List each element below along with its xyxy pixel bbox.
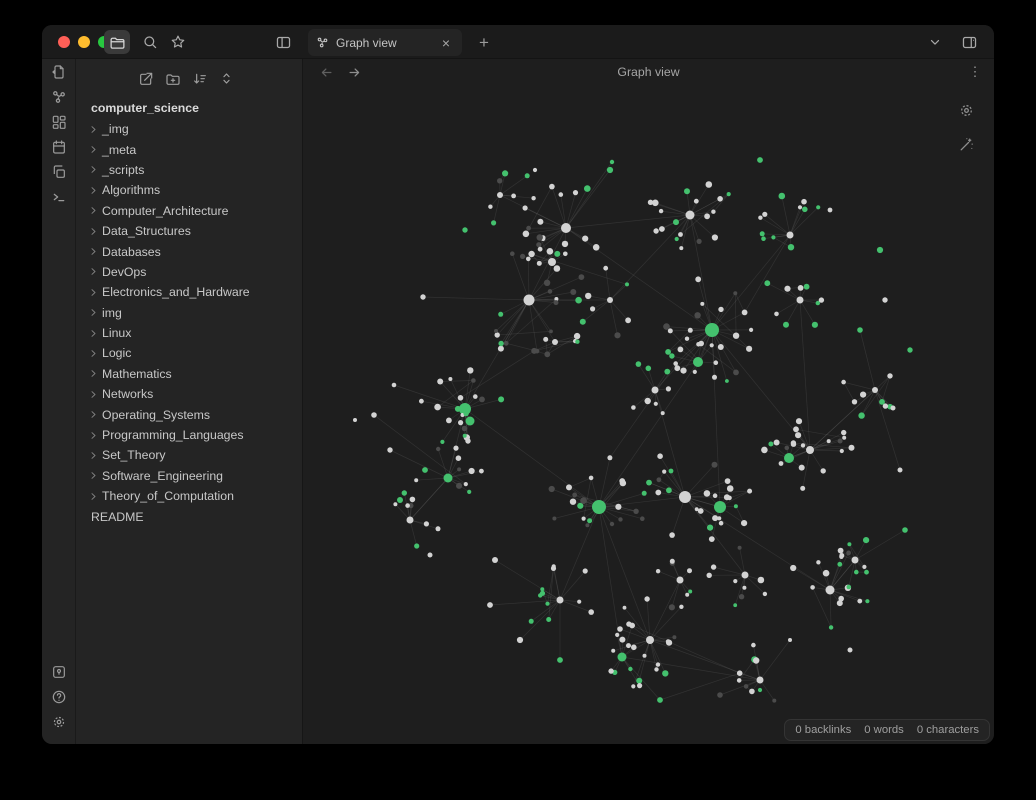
new-tab-button[interactable]: +: [472, 30, 496, 54]
templates-icon[interactable]: [46, 160, 72, 184]
minimize-window-button[interactable]: [78, 36, 90, 48]
file-list: _img_meta_scriptsAlgorithmsComputer_Arch…: [76, 119, 302, 744]
chevron-right-icon: [89, 329, 102, 338]
explorer-folder-item[interactable]: Set_Theory: [76, 445, 302, 465]
vault-icon[interactable]: [46, 660, 72, 684]
folder-icon[interactable]: [104, 30, 130, 54]
star-icon[interactable]: [165, 30, 191, 54]
explorer-file-item[interactable]: README: [76, 506, 302, 526]
chevron-right-icon: [89, 410, 102, 419]
sort-icon[interactable]: [188, 67, 211, 90]
explorer-folder-item[interactable]: Theory_of_Computation: [76, 486, 302, 506]
view-title: Graph view: [303, 59, 994, 84]
explorer-folder-item[interactable]: Electronics_and_Hardware: [76, 282, 302, 302]
forward-arrow-icon[interactable]: [343, 62, 365, 82]
graph-settings-gear-icon[interactable]: [953, 97, 979, 123]
explorer-folder-item[interactable]: Operating_Systems: [76, 404, 302, 424]
chevron-right-icon: [89, 145, 102, 154]
graph-canvas[interactable]: [303, 84, 994, 744]
terminal-icon[interactable]: [46, 185, 72, 209]
status-words: 0 words: [864, 724, 904, 736]
daily-note-icon[interactable]: [46, 135, 72, 159]
status-bar: 0 backlinks 0 words 0 characters: [784, 719, 990, 741]
explorer-folder-item[interactable]: Logic: [76, 343, 302, 363]
explorer-folder-item[interactable]: Data_Structures: [76, 221, 302, 241]
file-explorer: computer_science _img_meta_scriptsAlgori…: [76, 59, 303, 744]
explorer-folder-item[interactable]: Algorithms: [76, 180, 302, 200]
close-window-button[interactable]: [58, 36, 70, 48]
graph-icon: [316, 36, 329, 49]
back-arrow-icon[interactable]: [315, 62, 337, 82]
search-icon[interactable]: [137, 30, 163, 54]
chevron-right-icon: [89, 390, 102, 399]
chevron-right-icon: [89, 186, 102, 195]
canvas-icon[interactable]: [46, 110, 72, 134]
sidebar-left-icon[interactable]: [270, 30, 296, 54]
chevron-right-icon: [89, 288, 102, 297]
explorer-folder-item[interactable]: DevOps: [76, 262, 302, 282]
help-icon[interactable]: [46, 685, 72, 709]
chevron-right-icon: [89, 369, 102, 378]
more-options-icon[interactable]: ⋮: [964, 62, 986, 82]
explorer-folder-item[interactable]: img: [76, 303, 302, 323]
status-backlinks[interactable]: 0 backlinks: [795, 724, 851, 736]
magic-wand-icon[interactable]: [953, 131, 979, 157]
explorer-folder-item[interactable]: Mathematics: [76, 364, 302, 384]
tab-label: Graph view: [336, 36, 438, 50]
view-header: Graph view ⋮: [303, 59, 994, 84]
ribbon: [42, 59, 76, 744]
explorer-folder-item[interactable]: _scripts: [76, 160, 302, 180]
explorer-folder-item[interactable]: _img: [76, 119, 302, 139]
explorer-folder-item[interactable]: Computer_Architecture: [76, 201, 302, 221]
sidebar-right-icon[interactable]: [956, 30, 982, 54]
chevron-right-icon: [89, 471, 102, 480]
explorer-folder-item[interactable]: _meta: [76, 139, 302, 159]
quick-switcher-icon[interactable]: [46, 60, 72, 84]
status-characters: 0 characters: [917, 724, 979, 736]
chevron-right-icon: [89, 492, 102, 501]
titlebar: Graph view × +: [42, 25, 994, 59]
explorer-folder-item[interactable]: Linux: [76, 323, 302, 343]
expand-collapse-icon[interactable]: [215, 67, 238, 90]
chevron-right-icon: [89, 125, 102, 134]
new-folder-icon[interactable]: [161, 67, 184, 90]
chevron-right-icon: [89, 165, 102, 174]
explorer-folder-item[interactable]: Software_Engineering: [76, 466, 302, 486]
chevron-right-icon: [89, 247, 102, 256]
settings-icon[interactable]: [46, 710, 72, 734]
explorer-folder-item[interactable]: Networks: [76, 384, 302, 404]
explorer-header: [76, 67, 302, 93]
tab-graph-view[interactable]: Graph view ×: [308, 29, 462, 56]
chevron-right-icon: [89, 349, 102, 358]
chevron-down-icon[interactable]: [922, 30, 948, 54]
new-note-icon[interactable]: [134, 67, 157, 90]
vault-name: computer_science: [76, 93, 302, 119]
chevron-right-icon: [89, 206, 102, 215]
explorer-folder-item[interactable]: Programming_Languages: [76, 425, 302, 445]
graph-icon[interactable]: [46, 85, 72, 109]
chevron-right-icon: [89, 227, 102, 236]
explorer-folder-item[interactable]: Databases: [76, 241, 302, 261]
chevron-right-icon: [89, 431, 102, 440]
tab-close-icon[interactable]: ×: [438, 34, 454, 52]
chevron-right-icon: [89, 267, 102, 276]
main-pane: Graph view ⋮ 0 backlinks 0 words 0 chara…: [303, 59, 994, 744]
obsidian-window: Graph view × +: [42, 25, 994, 744]
chevron-right-icon: [89, 308, 102, 317]
chevron-right-icon: [89, 451, 102, 460]
